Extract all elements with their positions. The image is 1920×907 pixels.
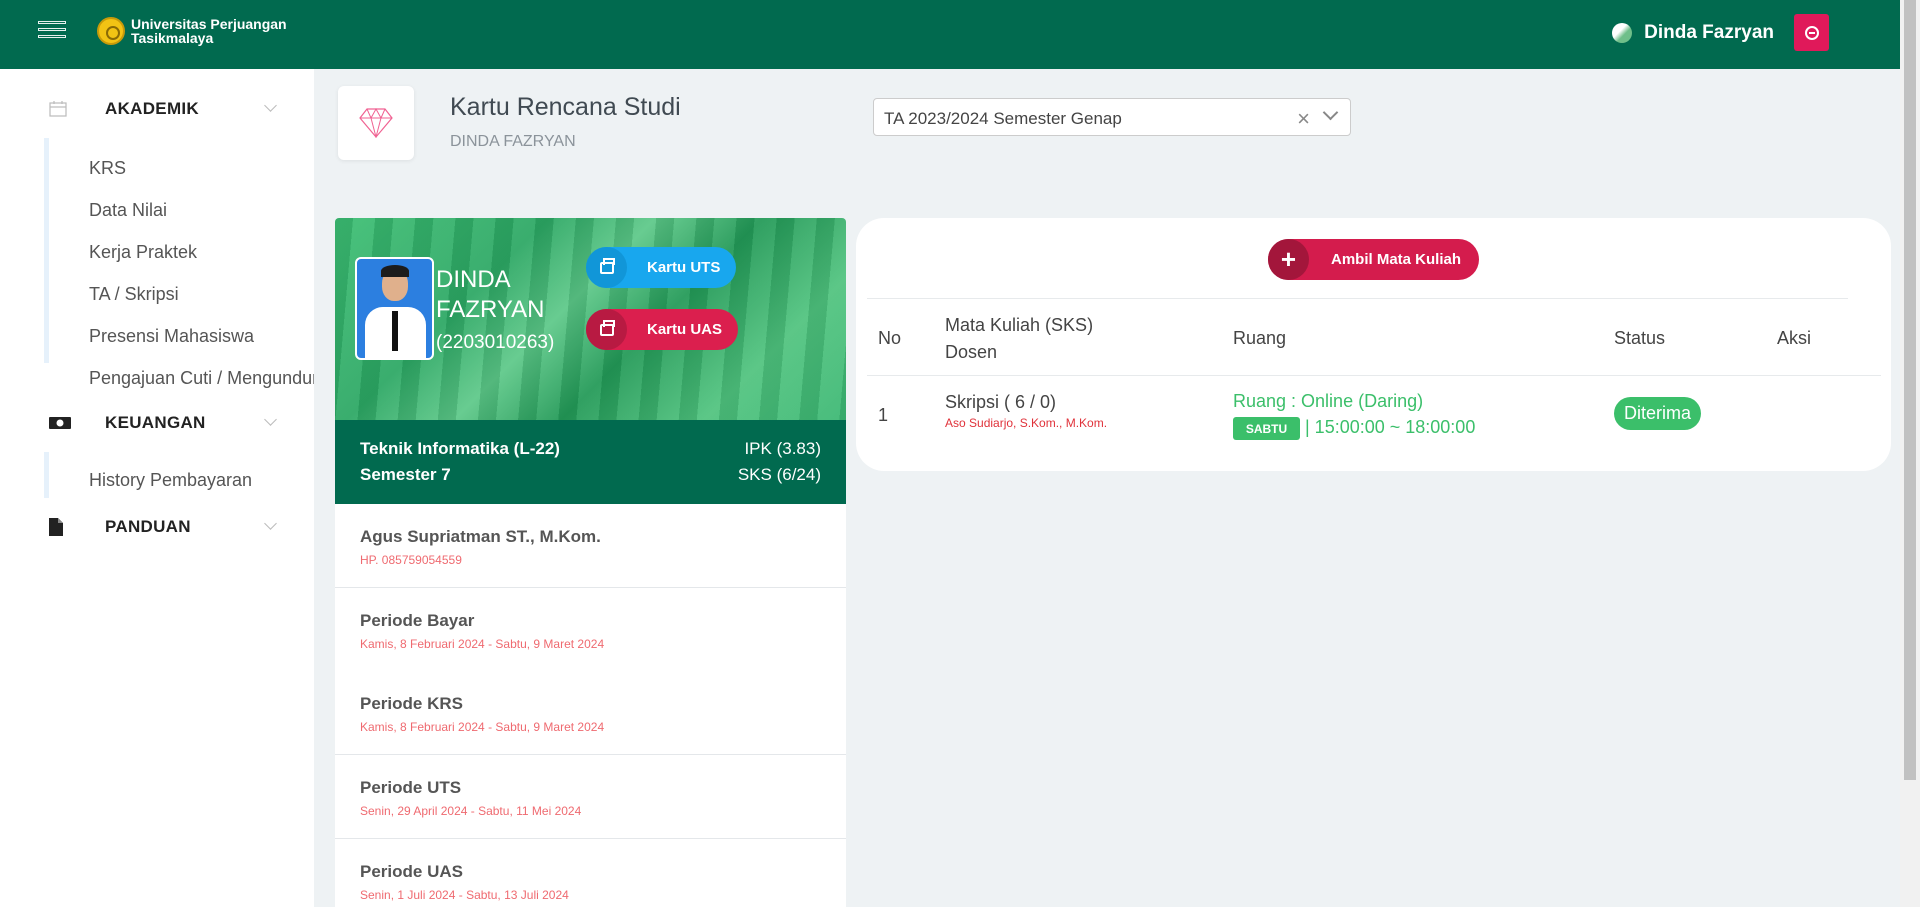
kartu-uts-button[interactable]: Kartu UTS bbox=[586, 247, 736, 288]
brand-line2: Tasikmalaya bbox=[131, 30, 214, 46]
sidebar: AKADEMIK KRS Data Nilai Kerja Praktek TA… bbox=[0, 69, 314, 907]
submenu-indicator bbox=[44, 452, 49, 498]
info-subtitle: Senin, 29 April 2024 - Sabtu, 11 Mei 202… bbox=[360, 804, 582, 818]
column-header-mata-kuliah: Mata Kuliah (SKS) bbox=[945, 315, 1094, 335]
top-navbar: Universitas Perjuangan Tasikmalaya Dinda… bbox=[0, 0, 1900, 69]
semester-select[interactable]: TA 2023/2024 Semester Genap × bbox=[873, 98, 1351, 136]
semester-select-value: TA 2023/2024 Semester Genap bbox=[884, 109, 1122, 128]
university-logo[interactable]: Universitas Perjuangan Tasikmalaya bbox=[97, 17, 287, 45]
program-info: Teknik Informatika (L-22) Semester 7 IPK… bbox=[335, 420, 846, 504]
diamond-icon bbox=[359, 108, 393, 138]
sidebar-item-history-pembayaran[interactable]: History Pembayaran bbox=[89, 470, 252, 491]
column-header-aksi: Aksi bbox=[1777, 328, 1812, 348]
status-badge: Diterima bbox=[1614, 397, 1701, 430]
column-header-dosen: Dosen bbox=[945, 342, 998, 362]
course-name: Skripsi ( 6 / 0) bbox=[945, 392, 1057, 412]
sidebar-section-title: KEUANGAN bbox=[105, 413, 206, 432]
calendar-icon bbox=[49, 101, 67, 117]
kartu-uts-label: Kartu UTS bbox=[647, 259, 721, 276]
ipk-value: IPK (3.83) bbox=[744, 439, 821, 458]
sidebar-section-panduan[interactable]: PANDUAN bbox=[0, 509, 314, 545]
university-seal-icon bbox=[97, 17, 125, 45]
periode-krs-info: Periode KRS Kamis, 8 Februari 2024 - Sab… bbox=[335, 671, 846, 755]
column-header-ruang: Ruang bbox=[1233, 328, 1287, 348]
clear-icon[interactable]: × bbox=[1297, 106, 1310, 132]
periode-uas-info: Periode UAS Senin, 1 Juli 2024 - Sabtu, … bbox=[335, 839, 846, 907]
document-icon bbox=[49, 518, 63, 536]
logout-icon bbox=[1804, 25, 1819, 40]
divider bbox=[867, 375, 1881, 376]
chevron-down-icon bbox=[264, 517, 277, 530]
sidebar-item-ta-skripsi[interactable]: TA / Skripsi bbox=[89, 284, 179, 305]
info-title: Periode KRS bbox=[360, 694, 463, 713]
chevron-down-icon bbox=[264, 413, 277, 426]
info-title: Periode Bayar bbox=[360, 611, 475, 630]
sidebar-item-presensi[interactable]: Presensi Mahasiswa bbox=[89, 326, 254, 347]
ambil-mata-kuliah-label: Ambil Mata Kuliah bbox=[1331, 251, 1462, 268]
sidebar-item-pengajuan-cuti[interactable]: Pengajuan Cuti / Mengundur bbox=[89, 368, 314, 389]
plus-icon: + bbox=[1268, 239, 1309, 280]
info-subtitle: Kamis, 8 Februari 2024 - Sabtu, 9 Maret … bbox=[360, 637, 605, 651]
column-header-status: Status bbox=[1614, 328, 1666, 348]
info-title: Agus Supriatman ST., M.Kom. bbox=[360, 527, 601, 546]
page-subtitle: DINDA FAZRYAN bbox=[450, 133, 576, 150]
sks-value: SKS (6/24) bbox=[737, 465, 821, 484]
sidebar-section-keuangan[interactable]: KEUANGAN bbox=[0, 405, 314, 441]
sidebar-section-title: AKADEMIK bbox=[105, 99, 200, 118]
chevron-down-icon[interactable] bbox=[1322, 104, 1339, 121]
semester-label: Semester 7 bbox=[360, 465, 451, 484]
sidebar-item-data-nilai[interactable]: Data Nilai bbox=[89, 200, 167, 221]
advisor-info: Agus Supriatman ST., M.Kom. HP. 08575905… bbox=[335, 504, 846, 588]
sidebar-item-krs[interactable]: KRS bbox=[89, 158, 126, 179]
sidebar-item-kerja-praktek[interactable]: Kerja Praktek bbox=[89, 242, 197, 263]
info-subtitle: HP. 085759054559 bbox=[360, 553, 462, 567]
info-title: Periode UTS bbox=[360, 778, 462, 797]
brand-text: Universitas Perjuangan Tasikmalaya bbox=[131, 17, 287, 45]
row-number: 1 bbox=[878, 405, 889, 425]
divider bbox=[867, 298, 1848, 299]
sidebar-section-akademik[interactable]: AKADEMIK bbox=[0, 91, 314, 127]
money-icon bbox=[49, 417, 71, 429]
submenu-indicator bbox=[44, 138, 49, 363]
info-subtitle: Senin, 1 Juli 2024 - Sabtu, 13 Juli 2024 bbox=[360, 888, 569, 902]
column-header-no: No bbox=[878, 328, 902, 348]
chevron-down-icon bbox=[264, 99, 277, 112]
student-photo bbox=[355, 257, 434, 360]
course-lecturer: Aso Sudiarjo, S.Kom., M.Kom. bbox=[945, 416, 1108, 430]
logout-button[interactable] bbox=[1794, 14, 1829, 51]
info-subtitle: Kamis, 8 Februari 2024 - Sabtu, 9 Maret … bbox=[360, 720, 605, 734]
program-name: Teknik Informatika (L-22) bbox=[360, 439, 560, 458]
scrollbar-thumb[interactable] bbox=[1904, 0, 1916, 780]
student-nim: (2203010263) bbox=[436, 332, 555, 353]
printer-icon bbox=[586, 309, 627, 350]
user-name: Dinda Fazryan bbox=[1644, 22, 1774, 43]
course-time: | 15:00:00 ~ 18:00:00 bbox=[1305, 417, 1476, 437]
printer-icon bbox=[586, 247, 627, 288]
periode-bayar-info: Periode Bayar Kamis, 8 Februari 2024 - S… bbox=[335, 588, 846, 672]
kartu-uas-label: Kartu UAS bbox=[647, 321, 723, 338]
user-menu[interactable]: Dinda Fazryan bbox=[1612, 22, 1774, 44]
page-title: Kartu Rencana Studi bbox=[450, 93, 681, 121]
ambil-mata-kuliah-button[interactable]: + Ambil Mata Kuliah bbox=[1268, 239, 1479, 280]
brand-line1: Universitas Perjuangan bbox=[131, 16, 287, 32]
info-title: Periode UAS bbox=[360, 862, 463, 881]
student-name: DINDA FAZRYAN bbox=[436, 266, 545, 323]
course-room: Ruang : Online (Daring) bbox=[1233, 391, 1424, 411]
day-badge: SABTU bbox=[1233, 417, 1300, 440]
page-icon-box bbox=[338, 86, 414, 160]
sidebar-section-title: PANDUAN bbox=[105, 517, 191, 536]
user-avatar bbox=[1612, 23, 1633, 43]
menu-toggle-icon[interactable] bbox=[38, 21, 66, 43]
periode-uts-info: Periode UTS Senin, 29 April 2024 - Sabtu… bbox=[335, 755, 846, 839]
kartu-uas-button[interactable]: Kartu UAS bbox=[586, 309, 738, 350]
